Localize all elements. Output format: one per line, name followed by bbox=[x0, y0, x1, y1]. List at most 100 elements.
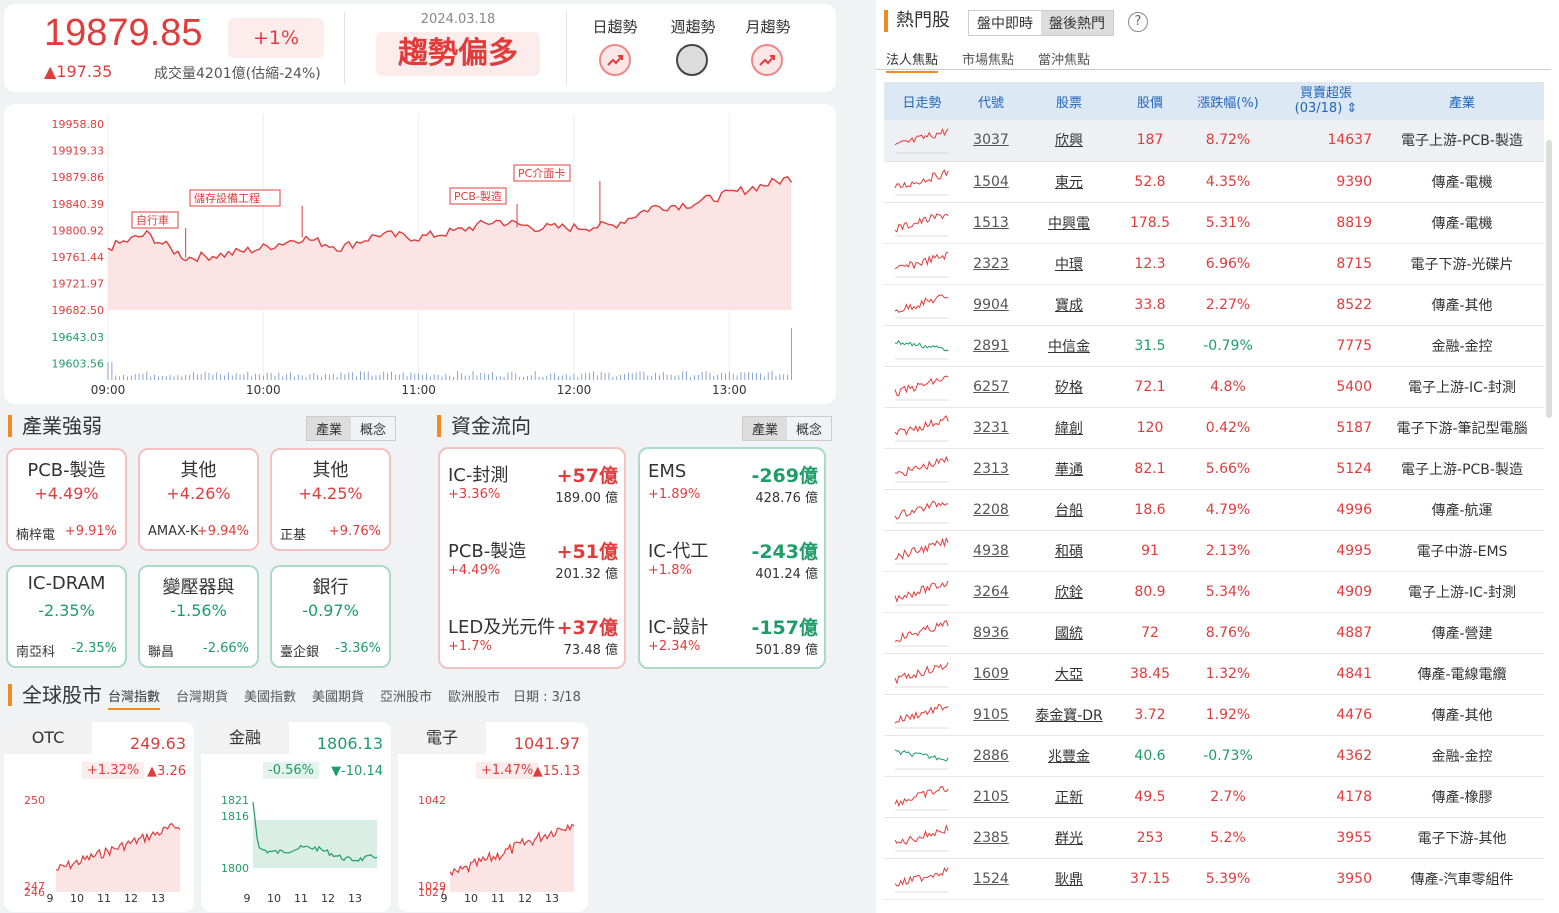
stock-name[interactable]: 耿鼎 bbox=[1022, 858, 1116, 900]
weekly-trend-neutral-icon[interactable] bbox=[676, 44, 708, 76]
flow-item[interactable]: IC-封測 +57億 +3.36% 189.00 億 bbox=[448, 461, 618, 531]
table-row[interactable]: 2208 台船 18.6 4.79% 4996 傳產-航運 bbox=[884, 489, 1544, 531]
industry-card[interactable]: 其他 +4.26% AMAX-K +9.94% bbox=[138, 448, 259, 551]
stock-code[interactable]: 2891 bbox=[960, 325, 1022, 367]
stock-name[interactable]: 群光 bbox=[1022, 817, 1116, 859]
flow-item[interactable]: LED及光元件 +37億 +1.7% 73.48 億 bbox=[448, 613, 618, 683]
tab-industry[interactable]: 產業 bbox=[743, 417, 788, 440]
stock-code[interactable]: 2105 bbox=[960, 776, 1022, 818]
stock-code[interactable]: 2385 bbox=[960, 817, 1022, 859]
flow-item[interactable]: IC-代工 -243億 +1.8% 401.24 億 bbox=[648, 537, 818, 607]
stock-name[interactable]: 國統 bbox=[1022, 612, 1116, 654]
stock-name[interactable]: 東元 bbox=[1022, 161, 1116, 203]
table-row[interactable]: 1524 耿鼎 37.15 5.39% 3950 傳產-汽車零組件 bbox=[884, 858, 1544, 900]
stock-code[interactable]: 2323 bbox=[960, 243, 1022, 285]
sort-icon[interactable]: ⇕ bbox=[1346, 101, 1357, 116]
global-tab[interactable]: 台灣期貨 bbox=[176, 686, 228, 705]
table-row[interactable]: 3231 緯創 120 0.42% 5187 電子下游-筆記型電腦 bbox=[884, 407, 1544, 449]
stock-name[interactable]: 正新 bbox=[1022, 776, 1116, 818]
table-row[interactable]: 3264 欣銓 80.9 5.34% 4909 電子上游-IC-封測 bbox=[884, 571, 1544, 613]
global-tab[interactable]: 美國期貨 bbox=[312, 686, 364, 705]
global-tab[interactable]: 亞洲股市 bbox=[380, 686, 432, 705]
toggle-realtime[interactable]: 盤中即時 bbox=[969, 11, 1041, 35]
flow-item[interactable]: EMS -269億 +1.89% 428.76 億 bbox=[648, 461, 818, 531]
table-row[interactable]: 8936 國統 72 8.76% 4887 傳產-營建 bbox=[884, 612, 1544, 654]
subtab-market[interactable]: 市場焦點 bbox=[962, 49, 1014, 68]
global-index-card[interactable]: 金融 1806.13 -0.56% ▼-10.14 1821 1816 1800 9 10 11 1… bbox=[201, 722, 391, 912]
subtab-daytrade[interactable]: 當沖焦點 bbox=[1038, 49, 1090, 68]
table-row[interactable]: 3037 欣興 187 8.72% 14637 電子上游-PCB-製造 bbox=[884, 120, 1544, 162]
stock-code[interactable]: 3264 bbox=[960, 571, 1022, 613]
table-row[interactable]: 9904 寶成 33.8 2.27% 8522 傳產-其他 bbox=[884, 284, 1544, 326]
table-row[interactable]: 9105 泰金寶-DR 3.72 1.92% 4476 傳產-其他 bbox=[884, 694, 1544, 736]
tab-industry[interactable]: 產業 bbox=[307, 417, 352, 440]
global-tab[interactable]: 台灣指數 bbox=[108, 686, 161, 710]
stock-name[interactable]: 中信金 bbox=[1022, 325, 1116, 367]
stock-name[interactable]: 華通 bbox=[1022, 448, 1116, 490]
stock-code[interactable]: 2886 bbox=[960, 735, 1022, 777]
toggle-after-hours[interactable]: 盤後熱門 bbox=[1041, 11, 1113, 35]
table-row[interactable]: 2891 中信金 31.5 -0.79% 7775 金融-金控 bbox=[884, 325, 1544, 367]
subtab-institutional[interactable]: 法人焦點 bbox=[886, 49, 939, 73]
daily-trend-up-icon[interactable] bbox=[599, 44, 631, 76]
global-tab[interactable]: 美國指數 bbox=[244, 686, 296, 705]
stock-name[interactable]: 中興電 bbox=[1022, 202, 1116, 244]
industry-card[interactable]: 銀行 -0.97% 臺企銀 -3.36% bbox=[270, 565, 391, 668]
monthly-trend-up-icon[interactable] bbox=[751, 44, 783, 76]
table-row[interactable]: 4938 和碩 91 2.13% 4995 電子中游-EMS bbox=[884, 530, 1544, 572]
stock-code[interactable]: 3037 bbox=[960, 120, 1022, 162]
stock-code[interactable]: 9904 bbox=[960, 284, 1022, 326]
col-code[interactable]: 代號 bbox=[960, 82, 1022, 120]
stock-name[interactable]: 矽格 bbox=[1022, 366, 1116, 408]
industry-card[interactable]: 變壓器與 -1.56% 聯昌 -2.66% bbox=[138, 565, 259, 668]
table-row[interactable]: 6257 矽格 72.1 4.8% 5400 電子上游-IC-封測 bbox=[884, 366, 1544, 408]
stock-name[interactable]: 緯創 bbox=[1022, 407, 1116, 449]
stock-name[interactable]: 大亞 bbox=[1022, 653, 1116, 695]
stock-name[interactable]: 寶成 bbox=[1022, 284, 1116, 326]
stock-code[interactable]: 6257 bbox=[960, 366, 1022, 408]
scrollbar[interactable] bbox=[1546, 140, 1552, 418]
stock-name[interactable]: 台船 bbox=[1022, 489, 1116, 531]
net-buy: 5400 bbox=[1272, 366, 1380, 408]
table-row[interactable]: 2313 華通 82.1 5.66% 5124 電子上游-PCB-製造 bbox=[884, 448, 1544, 490]
table-row[interactable]: 2105 正新 49.5 2.7% 4178 傳產-橡膠 bbox=[884, 776, 1544, 818]
table-row[interactable]: 1609 大亞 38.45 1.32% 4841 傳產-電線電纜 bbox=[884, 653, 1544, 695]
stock-code[interactable]: 1504 bbox=[960, 161, 1022, 203]
global-index-card[interactable]: 電子 1041.97 +1.47% ▲15.13 1042 1029 1027 9 10 11 12… bbox=[398, 722, 588, 912]
stock-name[interactable]: 中環 bbox=[1022, 243, 1116, 285]
flow-item[interactable]: PCB-製造 +51億 +4.49% 201.32 億 bbox=[448, 537, 618, 607]
stock-industry: 傳產-航運 bbox=[1380, 489, 1544, 531]
stock-code[interactable]: 8936 bbox=[960, 612, 1022, 654]
table-row[interactable]: 2323 中環 12.3 6.96% 8715 電子下游-光碟片 bbox=[884, 243, 1544, 285]
stock-code[interactable]: 2313 bbox=[960, 448, 1022, 490]
col-name[interactable]: 股票 bbox=[1022, 82, 1116, 120]
tab-concept[interactable]: 概念 bbox=[787, 417, 831, 440]
col-price[interactable]: 股價 bbox=[1116, 82, 1184, 120]
col-net-buy[interactable]: 買賣超張 (03/18) ⇕ bbox=[1272, 82, 1380, 120]
table-row[interactable]: 2886 兆豐金 40.6 -0.73% 4362 金融-金控 bbox=[884, 735, 1544, 777]
help-icon[interactable]: ? bbox=[1128, 12, 1148, 32]
stock-code[interactable]: 4938 bbox=[960, 530, 1022, 572]
global-tab[interactable]: 歐洲股市 bbox=[448, 686, 500, 705]
flow-item[interactable]: IC-設計 -157億 +2.34% 501.89 億 bbox=[648, 613, 818, 683]
stock-name[interactable]: 欣興 bbox=[1022, 120, 1116, 162]
stock-name[interactable]: 兆豐金 bbox=[1022, 735, 1116, 777]
table-row[interactable]: 1504 東元 52.8 4.35% 9390 傳產-電機 bbox=[884, 161, 1544, 203]
industry-card[interactable]: PCB-製造 +4.49% 楠梓電 +9.91% bbox=[6, 448, 127, 551]
stock-code[interactable]: 3231 bbox=[960, 407, 1022, 449]
table-row[interactable]: 1513 中興電 178.5 5.31% 8819 傳產-電機 bbox=[884, 202, 1544, 244]
tab-concept[interactable]: 概念 bbox=[351, 417, 395, 440]
stock-name[interactable]: 欣銓 bbox=[1022, 571, 1116, 613]
stock-name[interactable]: 泰金寶-DR bbox=[1022, 694, 1116, 736]
industry-card[interactable]: 其他 +4.25% 正基 +9.76% bbox=[270, 448, 391, 551]
col-pct[interactable]: 漲跌幅(%) bbox=[1184, 82, 1272, 120]
stock-code[interactable]: 1513 bbox=[960, 202, 1022, 244]
stock-code[interactable]: 9105 bbox=[960, 694, 1022, 736]
global-index-card[interactable]: OTC 249.63 +1.32% ▲3.26 250 247 246 9 10 11 12 13 bbox=[4, 722, 194, 912]
stock-code[interactable]: 1609 bbox=[960, 653, 1022, 695]
industry-card[interactable]: IC-DRAM -2.35% 南亞科 -2.35% bbox=[6, 565, 127, 668]
table-row[interactable]: 2385 群光 253 5.2% 3955 電子下游-其他 bbox=[884, 817, 1544, 859]
stock-name[interactable]: 和碩 bbox=[1022, 530, 1116, 572]
stock-code[interactable]: 1524 bbox=[960, 858, 1022, 900]
stock-code[interactable]: 2208 bbox=[960, 489, 1022, 531]
